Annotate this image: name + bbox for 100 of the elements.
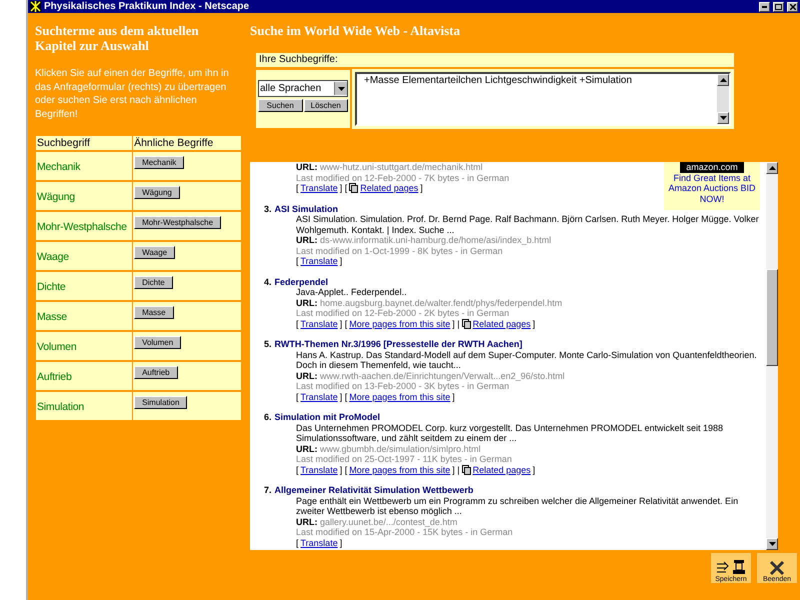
similar-term-button[interactable]: Simulation [134,396,188,409]
close-icon [769,560,785,576]
bracket-text: ] [ [340,183,348,194]
result-title-link[interactable]: ASI Simulation [274,204,338,214]
result-link[interactable]: More pages from this site [349,464,450,475]
instructions-text: Klicken Sie auf einen der Begriffe, um ihn in das Anfrageformular (rechts) zu übertragen oder suchen Sie erst nach ähnlichen Begriffen! [35,67,230,121]
similar-term-button[interactable]: Dichte [134,276,173,289]
similar-term-button[interactable]: Wägung [134,186,180,199]
bracket-text: [ [296,318,299,329]
store-logo: amazon.com [680,162,744,172]
pages-icon [462,318,471,329]
save-icon [716,558,746,576]
result-modified: Last modified on 12-Feb-2000 - 7K bytes - in German [296,172,510,183]
url-label: URL: [296,444,318,454]
pages-icon [349,183,358,194]
similar-term-button[interactable]: Waage [134,246,176,259]
url-label: URL: [296,162,318,172]
bracket-text: ] [532,464,536,475]
result-link[interactable]: Related pages [472,464,531,475]
url-label: URL: [296,370,318,380]
bracket-text: ] | [452,464,460,475]
window-title: Physikalisches Praktikum Index - Netscape [44,1,250,12]
bracket-text: [ [296,392,299,402]
bracket-text: [ [296,256,299,266]
result-link[interactable]: Translate [300,256,338,266]
app-icon [30,1,41,12]
column-header: Ähnliche Begriffe [132,136,242,151]
maximize-button[interactable] [773,2,784,12]
result-title-link[interactable]: Simulation mit ProModel [274,412,380,422]
language-dropdown[interactable]: alle Sprachen [258,80,348,97]
scroll-up-icon [768,166,776,170]
scroll-up-icon [720,78,726,82]
minimize-icon [762,6,767,8]
result-number: 4. [264,276,272,287]
result-link[interactable]: Translate [300,183,338,194]
similar-term-button[interactable]: Masse [134,306,174,319]
maximize-icon [775,4,782,10]
minimize-button[interactable] [759,2,770,12]
bracket-text: ] [420,183,423,194]
url-label: URL: [296,235,318,245]
bracket-text: ] [ [340,318,348,329]
search-heading: Suche im World Wide Web - Altavista [250,23,461,38]
caret-icon [338,86,344,90]
result-link[interactable]: Related pages [360,183,418,194]
result-snippet: Java-Applet.. Federpendel.. [296,287,408,298]
close-button[interactable] [787,2,798,12]
panel-heading: Suchterme aus dem aktuellen Kapitel zur Auswahl [35,23,200,53]
result-link[interactable]: Related pages [472,318,531,329]
result-modified: Last modified on 13-Feb-2000 - 3K bytes - in German [296,381,510,392]
bracket-text: ] [452,392,455,402]
bracket-text: ] | [452,318,460,329]
query-field[interactable]: +Masse Elementarteilchen Lichtgeschwindigkeit +Simulation [355,72,731,126]
result-title-link[interactable]: RWTH-Themen Nr.3/1996 [Pressestelle der RWTH Aachen] [274,339,522,350]
form-button[interactable]: Löschen [304,99,348,112]
result-url: gallery.uunet.be/.../contest_de.htm [320,516,458,526]
scrollbar[interactable] [766,162,778,550]
similar-term-button[interactable]: Volumen [134,336,182,349]
column-header: Suchbegriff [36,136,133,151]
result-number: 5. [264,339,272,350]
bracket-text: ] [ [340,464,348,475]
result-number: 6. [264,412,272,422]
result-link[interactable]: Translate [300,318,338,329]
bracket-text: [ [296,538,299,548]
result-snippet: ASI Simulation. Simulation. Prof. Dr. Bernd Page. Ralf Bachmann. Björn Carlsen. Ruth Meyer. Holger Mügge. Volker Wohlgemuth. Kontakt. | Index. Suche ... [296,214,760,235]
result-link[interactable]: Translate [300,464,338,475]
result-number: 7. [264,485,272,496]
bracket-text: [ [296,183,299,194]
result-snippet: Das Unternehmen PROMODEL Corp. kurz vorgestellt. Das Unternehmen PROMODEL entwickelt seit 1988 Simulationssoftware, und zählt seitdem zu einem der ... [296,422,724,444]
scroll-down-icon [720,116,726,120]
result-link[interactable]: More pages from this site [349,392,450,402]
url-label: URL: [296,298,318,308]
search-label: Ihre Suchbegriffe: [256,53,734,67]
similar-term-button[interactable]: Auftrieb [134,366,178,379]
result-url: ds-www.informatik.uni-hamburg.de/home/asi/index_b.html [320,235,552,245]
form-button[interactable]: Suchen [258,99,302,112]
result-number: 3. [264,204,272,214]
bracket-text: ] [340,256,342,266]
similar-term-button[interactable]: Mechanik [134,156,184,169]
bracket-text: ] [532,318,536,329]
result-modified: Last modified on 12-Feb-2000 - 2K bytes - in German [296,308,510,318]
similar-term-button[interactable]: Mohr-Westphalsche [134,216,222,229]
bracket-text: [ [296,464,299,475]
result-title-link[interactable]: Allgemeiner Relativität Simulation Wettbewerb [274,485,474,496]
result-snippet: Page enthält ein Wettbewerb um ein Programm zu schreiben welcher die Allgemeiner Relativität anwendet. Ein zweiter Wettbewerb ist ebenso möglich ... [296,496,740,516]
result-modified: Last modified on 1-Oct-1999 - 8K bytes - in German [296,246,503,256]
result-url: home.augsburg.baynet.de/walter.fendt/phys/federpendel.htm [320,298,562,308]
result-title-link[interactable]: Federpendel [274,276,328,287]
url-label: URL: [296,516,318,526]
result-link[interactable]: More pages from this site [349,318,450,329]
result-modified: Last modified on 25-Oct-1997 - 11K bytes - in German [296,454,512,464]
result-modified: Last modified on 15-Apr-2000 - 15K bytes - in German [296,527,513,538]
ad-link[interactable]: Find Great Items at Amazon Auctions BID NOW! [668,172,756,204]
scroll-down-icon [768,542,776,546]
result-link[interactable]: Translate [300,392,338,402]
result-link[interactable]: Translate [300,538,338,548]
bracket-text: ] [ [340,392,348,402]
result-snippet: Hans A. Kastrup. Das Standard-Modell auf dem Super-Computer. Monte Carlo-Simulation von Quantenfeldtheorien. Doch in diesem Themenfeld, wie taucht... [296,350,758,370]
result-url: www-hutz.uni-stuttgart.de/mechanik.html [320,162,483,172]
result-url: www.gbumbh.de/simulation/simlpro.html [320,444,481,454]
result-url: www.rwth-aachen.de/Einrichtungen/Verwalt...en2_96/sto.html [320,370,565,380]
